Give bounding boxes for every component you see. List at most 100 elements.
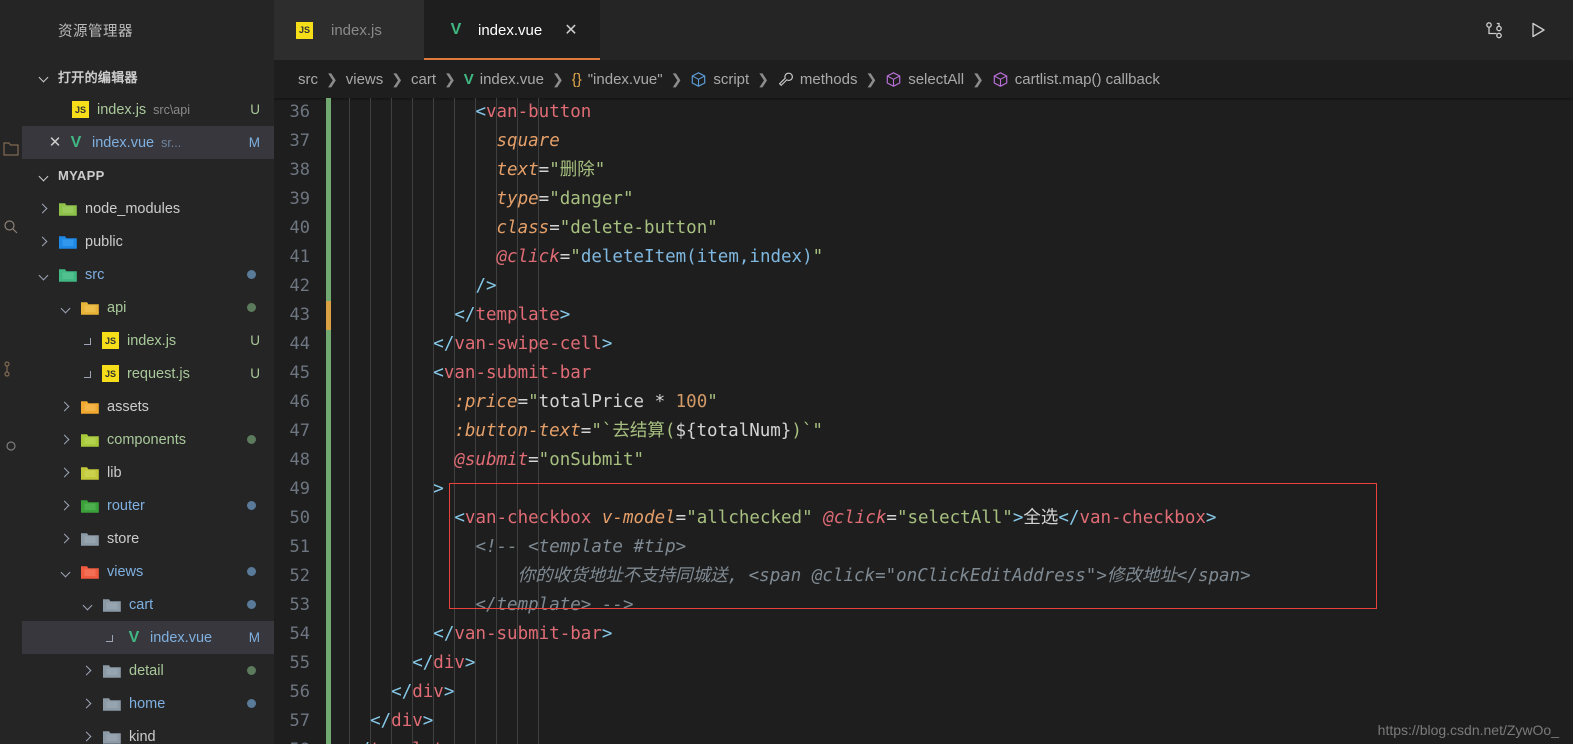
breadcrumb-separator-icon: ❯ (757, 70, 769, 87)
line-number: 55 (289, 653, 310, 673)
code-line: 42 /> (274, 272, 1573, 301)
section-open-editors-label: 打开的编辑器 (58, 70, 138, 85)
gutter-gap (331, 359, 349, 388)
breadcrumb-separator-icon: ❯ (670, 70, 683, 87)
line-number: 37 (289, 131, 310, 151)
tree-item-src[interactable]: src (22, 258, 274, 291)
gutter-gap (331, 475, 349, 504)
tree-item-lib[interactable]: lib (22, 456, 274, 489)
tree-item-index-vue[interactable]: Vindex.vue M (22, 621, 274, 654)
tree-item-store[interactable]: store (22, 522, 274, 555)
source-control-icon[interactable] (2, 360, 20, 378)
tree-item-index-js[interactable]: JS index.js U (22, 324, 274, 357)
open-editor-status: U (250, 102, 260, 117)
breadcrumb-label: src (298, 70, 318, 88)
breadcrumb-item-selectall[interactable]: selectAll (885, 71, 964, 88)
breadcrumb-item-methods[interactable]: methods (777, 71, 857, 88)
open-editor-index-vue[interactable]: ✕ V index.vue sr... M (22, 126, 274, 159)
code-line: 44 </van-swipe-cell> (274, 330, 1573, 359)
code-text: <van-button (475, 102, 592, 122)
line-number: 46 (289, 392, 310, 412)
tree-item-views[interactable]: views (22, 555, 274, 588)
tree-item-kind[interactable]: kind (22, 720, 274, 744)
breadcrumb-label: script (713, 70, 750, 88)
folder-lib-icon (80, 464, 100, 482)
chevron-down-icon[interactable] (36, 267, 58, 283)
tree-item-label: node_modules (85, 200, 181, 217)
file-tree: node_modules public src api JS index.js U JS req… (22, 192, 274, 744)
section-open-editors[interactable]: 打开的编辑器 (22, 60, 274, 93)
line-number: 44 (289, 334, 310, 354)
explorer-icon[interactable] (2, 140, 20, 158)
tree-item-label: lib (107, 464, 122, 481)
code-viewport[interactable]: 36 <van-button 37 square 38 text="删除" 39 ty… (274, 98, 1573, 744)
search-icon[interactable] (2, 218, 20, 236)
section-project-root[interactable]: MYAPP (22, 159, 274, 192)
tree-item-cart[interactable]: cart (22, 588, 274, 621)
breadcrumb-item-index-vue[interactable]: Vindex.vue (464, 71, 544, 88)
breadcrumb-item-cartlist-map---callback[interactable]: cartlist.map() callback (992, 71, 1160, 88)
gutter-gap (331, 127, 349, 156)
breadcrumb-item-views[interactable]: views (346, 71, 384, 88)
chevron-right-icon[interactable] (80, 696, 102, 712)
line-number: 58 (274, 736, 326, 744)
breadcrumb-item-cart[interactable]: cart (411, 71, 436, 88)
chevron-right-icon[interactable] (58, 498, 80, 514)
chevron-right-icon[interactable] (80, 729, 102, 744)
line-number: 57 (289, 711, 310, 731)
tab-index-js[interactable]: JS index.js (274, 0, 424, 60)
chevron-none-icon (80, 366, 102, 382)
code-text: /> (475, 276, 497, 296)
tree-item-label: home (129, 695, 166, 712)
code-text: </van-swipe-cell> (433, 334, 613, 354)
tab-index-vue[interactable]: V index.vue ✕ (424, 0, 600, 60)
run-play-icon[interactable] (1527, 19, 1549, 41)
open-editor-index-js[interactable]: JS index.js src\api U (22, 93, 274, 126)
breadcrumb-separator-icon: ❯ (391, 70, 403, 87)
js-file-icon: JS (102, 365, 119, 382)
chevron-right-icon[interactable] (36, 201, 58, 217)
debug-icon[interactable] (2, 437, 20, 455)
breadcrumb-item-src[interactable]: src (298, 71, 318, 88)
chevron-right-icon[interactable] (58, 432, 80, 448)
tree-item-label: index.js (127, 332, 177, 349)
breadcrumb-label: selectAll (908, 70, 965, 88)
line-number: 47 (289, 421, 310, 441)
gutter-gap (331, 620, 349, 649)
gutter-gap (331, 301, 349, 330)
close-icon[interactable]: ✕ (46, 134, 64, 152)
tree-item-assets[interactable]: assets (22, 390, 274, 423)
tree-item-api[interactable]: api (22, 291, 274, 324)
js-file-icon: JS (102, 332, 119, 349)
chevron-down-icon[interactable] (80, 597, 102, 613)
vue-file-icon: V (128, 628, 140, 646)
gutter-gap (331, 504, 349, 533)
tree-item-home[interactable]: home (22, 687, 274, 720)
gutter-gap (331, 562, 349, 591)
chevron-down-icon[interactable] (58, 564, 80, 580)
line-number: 49 (289, 479, 310, 499)
tab-close-icon[interactable]: ✕ (564, 20, 577, 40)
tree-item-router[interactable]: router (22, 489, 274, 522)
breadcrumb-item-script[interactable]: script (690, 71, 749, 88)
code-line: 37 square (274, 127, 1573, 156)
js-file-icon: JS (296, 21, 313, 39)
code-line: 47 :button-text="`去结算(${totalNum})`" (274, 417, 1573, 446)
chevron-right-icon[interactable] (58, 465, 80, 481)
tree-item-detail[interactable]: detail (22, 654, 274, 687)
split-editor-icon[interactable] (1483, 19, 1505, 41)
chevron-right-icon[interactable] (58, 531, 80, 547)
chevron-right-icon[interactable] (80, 663, 102, 679)
tree-item-request-js[interactable]: JS request.js U (22, 357, 274, 390)
breadcrumb-item--index-vue-[interactable]: {} "index.vue" (572, 71, 663, 88)
code-text: </template> (454, 305, 571, 325)
chevron-down-icon[interactable] (58, 300, 80, 316)
tree-item-public[interactable]: public (22, 225, 274, 258)
tree-item-node-modules[interactable]: node_modules (22, 192, 274, 225)
chevron-right-icon[interactable] (58, 399, 80, 415)
code-text: class="delete-button" (496, 218, 718, 238)
tree-item-components[interactable]: components (22, 423, 274, 456)
tree-item-label: index.vue (150, 629, 213, 646)
tree-item-label: cart (129, 596, 154, 613)
chevron-right-icon[interactable] (36, 234, 58, 250)
